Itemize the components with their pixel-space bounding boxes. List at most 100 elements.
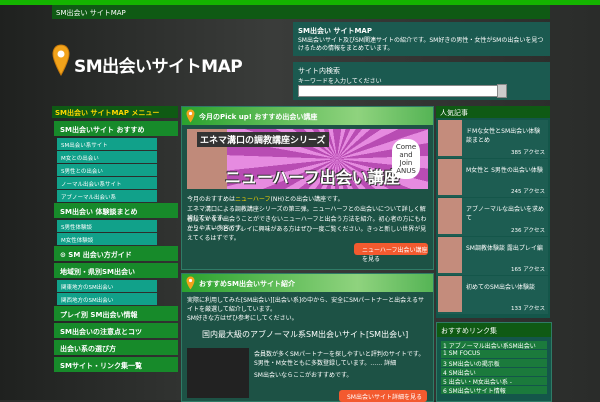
- left-menu-item-label: M女との出会い: [61, 156, 99, 162]
- left-menu-item[interactable]: プレイ別 SM出会い情報: [54, 306, 178, 321]
- link-item-label: 1 SM FOCUS: [443, 350, 481, 357]
- left-menu-item-label: S男性体験談: [61, 225, 92, 231]
- review-header: おすすめSM出会いサイト紹介: [182, 274, 433, 292]
- left-menu-subitem[interactable]: 関東地方のSM出会い: [57, 280, 157, 292]
- ranking-item[interactable]: 初めてのSM出会い体験談 133 アクセス: [438, 276, 548, 314]
- left-menu-subitem[interactable]: S男性との出会い: [57, 164, 157, 176]
- left-menu-title: SM出会い サイトMAP メニュー: [55, 109, 160, 117]
- link-item-label: 4 SM出会い: [443, 370, 476, 377]
- left-menu-subitem[interactable]: 関西地方のSM出会い: [57, 293, 157, 305]
- left-menu-item-label: アブノーマル出会い系: [61, 195, 117, 201]
- pickup-highlight: ニューハーフ: [235, 196, 271, 203]
- review-site-title[interactable]: 国内最大級のアブノーマル系SM出会いサイト[SM出会い]: [202, 330, 443, 339]
- ranking-item[interactable]: アブノーマルな出会いを求めて 236 アクセス: [438, 198, 548, 236]
- ranking-item[interactable]: M女性と S男性の出会い体験 245 アクセス: [438, 159, 548, 197]
- left-menu-subitem[interactable]: M女性体験談: [57, 233, 157, 245]
- link-item-label: 5 出会い・M女出会い系 -: [443, 379, 512, 386]
- left-menu-item[interactable]: SM出会い 体験談まとめ: [54, 203, 178, 218]
- left-menu-item[interactable]: 地域別・県別SM出会い: [54, 263, 178, 278]
- ranking-thumbnail[interactable]: [438, 120, 462, 156]
- map-pin-icon: [186, 276, 195, 290]
- ranking-title[interactable]: M女性と S男性の出会い体験: [466, 165, 546, 174]
- ranking-widget: 人気記事 ドMな女性とSM出会い体験談まとめ 385 アクセス M女性と S男性の出…: [436, 106, 550, 318]
- review-site-thumbnail[interactable]: [187, 348, 249, 398]
- search-button[interactable]: [497, 84, 507, 98]
- left-menu-header: SM出会い サイトMAP メニュー: [52, 106, 178, 118]
- left-menu-item-label: SMサイト・リンク集一覧: [60, 362, 143, 370]
- ranking-title[interactable]: ドMな女性とSM出会い体験談まとめ: [466, 126, 546, 144]
- ranking-count: 236 アクセス: [511, 228, 545, 234]
- pickup-line-1: 今月のおすすめはニューハーフ(NH)との出会い講座です。: [187, 196, 344, 203]
- search-heading: サイト内検索: [298, 67, 340, 75]
- ranking-title[interactable]: 初めてのSM出会い体験談: [466, 282, 546, 291]
- left-menu-subitem[interactable]: S男性体験談: [57, 220, 157, 232]
- banner-subtitle: エネマ溝口の調教講座シリーズ: [197, 132, 329, 147]
- left-menu-item[interactable]: SMサイト・リンク集一覧: [54, 357, 178, 372]
- left-menu-item[interactable]: SM出会いサイト おすすめ: [54, 121, 178, 136]
- ranking-count: 133 アクセス: [511, 306, 545, 312]
- left-menu-item-label: 関西地方のSM出会い: [61, 298, 114, 304]
- left-menu: SM出会い サイトMAP メニュー SM出会いサイト おすすめ SM出会い系サイト…: [52, 106, 178, 400]
- site-info-description: SM出会いサイト及びSM関連サイトの紹介です。SM好きの男性・女性がSMの出会い…: [298, 37, 544, 52]
- links-heading: おすすめリンク集: [441, 327, 497, 335]
- link-item[interactable]: 1 SM FOCUS: [441, 350, 547, 358]
- site-info-heading: SM出会い サイトMAP: [298, 27, 372, 35]
- review-site-desc-2: SM出会いならここがおすすめです。: [254, 372, 353, 379]
- ranking-item[interactable]: SM調教体験談 露出プレイ編 165 アクセス: [438, 237, 548, 275]
- ranking-title[interactable]: アブノーマルな出会いを求めて: [466, 204, 546, 222]
- link-item[interactable]: 4 SM出会い: [441, 368, 547, 377]
- search-input[interactable]: [298, 85, 506, 97]
- left-menu-item-label: 関東地方のSM出会い: [61, 285, 114, 291]
- left-menu-item-label: SM出会いの注意点とコツ: [60, 328, 143, 336]
- link-item-label: 6 SM出会いサイト情報: [443, 388, 506, 395]
- logo-text: SM出会いサイトMAP: [74, 57, 243, 77]
- ranking-thumbnail[interactable]: [438, 276, 462, 312]
- search-description: キーワードを入力してください: [298, 78, 382, 85]
- ranking-thumbnail[interactable]: [438, 237, 462, 273]
- link-item[interactable]: 5 出会い・M女出会い系 -: [441, 377, 547, 386]
- ranking-title[interactable]: SM調教体験談 露出プレイ編: [466, 243, 546, 252]
- left-menu-subitem[interactable]: ノーマル出会い系サイト: [57, 177, 157, 189]
- pickup-more-button[interactable]: ニューハーフ出会い講座を見る: [354, 243, 428, 263]
- top-nav-link[interactable]: SM出会い サイトMAP: [56, 8, 126, 18]
- left-menu-item-label: 地域別・県別SM出会い: [60, 268, 136, 276]
- left-menu-subitem[interactable]: M女との出会い: [57, 151, 157, 163]
- left-menu-item-label: ノーマル出会い系サイト: [61, 182, 122, 188]
- left-menu-item[interactable]: 出会い系の選び方: [54, 340, 178, 355]
- banner-badge: Come and Join ANUS: [392, 139, 420, 179]
- pickup-heading: 今月のPick up! おすすめ出会い講座: [199, 113, 318, 121]
- left-menu-item-label: SM出会い系サイト: [61, 143, 108, 149]
- left-menu-item-label: プレイ別 SM出会い情報: [60, 311, 138, 319]
- left-menu-item-label: SM出会い 体験談まとめ: [60, 208, 138, 216]
- link-item[interactable]: 6 SM出会いサイト情報: [441, 386, 547, 395]
- left-menu-item-label: 出会い系の選び方: [60, 345, 116, 353]
- link-item[interactable]: 3 SM出会いの掲示板: [441, 359, 547, 368]
- left-menu-item-label: SM出会いサイト おすすめ: [60, 126, 145, 134]
- ranking-thumbnail[interactable]: [438, 159, 462, 195]
- review-more-button[interactable]: SM出会いサイト詳細を見る: [339, 390, 427, 402]
- left-menu-item-label: S男性との出会い: [61, 169, 103, 175]
- left-menu-subitem[interactable]: アブノーマル出会い系: [57, 190, 157, 202]
- left-menu-item-label: ⊙ SM 出会い方ガイド: [60, 251, 132, 259]
- review-site-desc: 会員数が多くSMパートナーを探しやすいと評判のサイトです。S男性・M女性ともに多…: [254, 351, 425, 367]
- review-text-1: 実際に利用してみた[SM出会い][出会い系]の中から、安全にSMパートナーと出会…: [187, 297, 424, 313]
- pickup-line-4: ニューハーフとのプレイに興味がある方はぜひ一度ご覧ください。きっと新しい世界が見…: [187, 226, 427, 242]
- ranking-thumbnail[interactable]: [438, 198, 462, 234]
- link-item[interactable]: 1 アブノーマル出会い系SM出会いLOVERS: [441, 341, 547, 357]
- left-menu-item[interactable]: SM出会いの注意点とコツ: [54, 323, 178, 338]
- site-logo[interactable]: SM出会いサイトMAP: [52, 44, 282, 80]
- pickup-panel: 今月のPick up! おすすめ出会い講座 エネマ溝口の調教講座シリーズ ニュー…: [181, 106, 434, 270]
- link-item-label: 3 SM出会いの掲示板: [443, 361, 500, 368]
- pickup-banner[interactable]: エネマ溝口の調教講座シリーズ ニューハーフ出会い講座 Come and Join…: [187, 129, 428, 189]
- map-pin-icon: [52, 44, 70, 76]
- map-pin-icon: [186, 109, 195, 123]
- top-nav-bar: SM出会い サイトMAP: [52, 5, 550, 19]
- left-menu-item[interactable]: ⊙ SM 出会い方ガイド: [54, 246, 178, 261]
- ranking-item[interactable]: ドMな女性とSM出会い体験談まとめ 385 アクセス: [438, 120, 548, 158]
- review-text-2: SM好きな方はぜひ参考にしてください。: [187, 315, 298, 322]
- pickup-header: 今月のPick up! おすすめ出会い講座: [182, 107, 433, 125]
- ranking-heading: 人気記事: [440, 109, 468, 117]
- banner-title: ニューハーフ出会い講座: [225, 168, 400, 187]
- left-menu-subitem[interactable]: SM出会い系サイト: [57, 138, 157, 150]
- review-panel: おすすめSM出会いサイト紹介 実際に利用してみた[SM出会い][出会い系]の中か…: [181, 273, 434, 402]
